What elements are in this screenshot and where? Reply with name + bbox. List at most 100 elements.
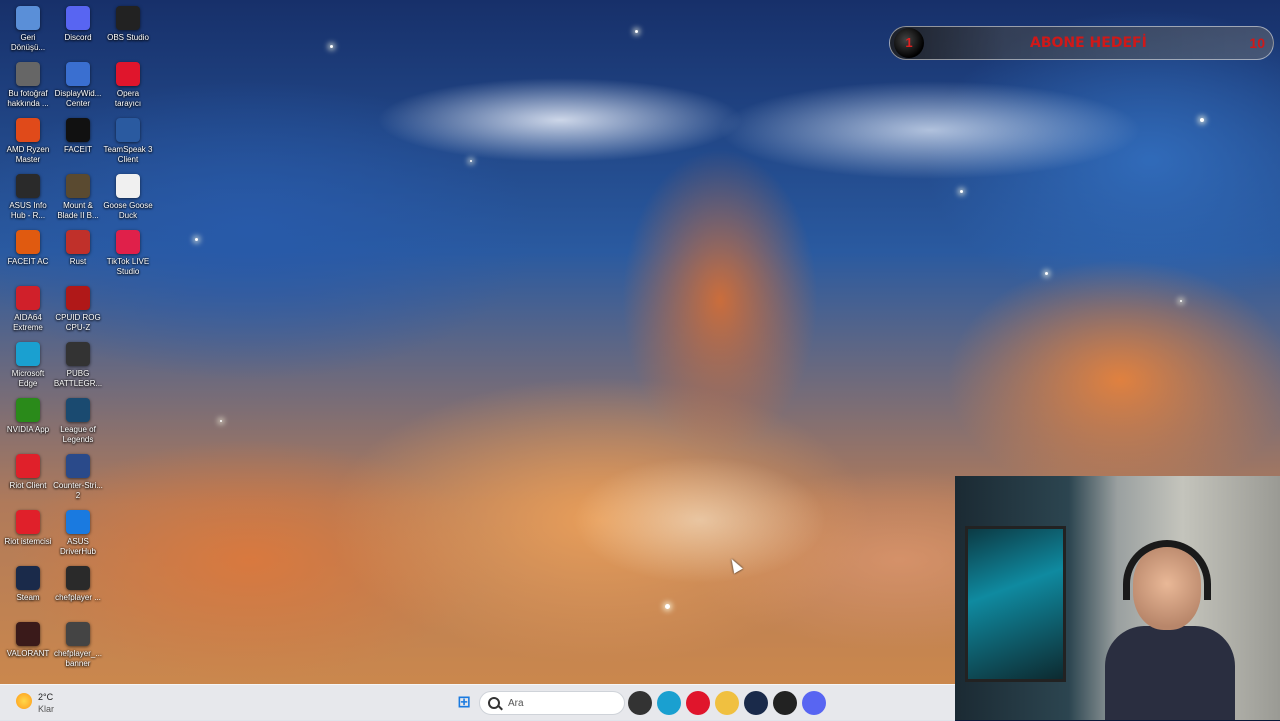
desktop-icon-label: CPUID ROG CPU-Z	[55, 313, 101, 332]
desktop-icon-label: Riot Client	[9, 481, 47, 490]
taskbar: 2°C Klar ⊞	[0, 684, 955, 721]
desktop-icon-label: FACEIT	[63, 145, 92, 154]
desktop-icon-label: TikTok LIVE Studio	[106, 257, 150, 276]
desktop-icon[interactable]: chefplayer ...	[53, 566, 103, 603]
desktop-icon[interactable]: Mount & Blade II B...	[53, 174, 103, 221]
desktop-icon[interactable]: NVIDIA App	[3, 398, 53, 435]
desktop-icon[interactable]: Steam	[3, 566, 53, 603]
desktop-icon-label: AMD Ryzen Master	[6, 145, 50, 164]
desktop-icon[interactable]: Geri Dönüşü...	[3, 6, 53, 53]
desktop-icon[interactable]: TikTok LIVE Studio	[103, 230, 153, 277]
desktop-icon[interactable]: TeamSpeak 3 Client	[103, 118, 153, 165]
star	[1180, 300, 1182, 302]
obs-icon[interactable]	[773, 691, 797, 715]
desktop-icon[interactable]: Microsoft Edge	[3, 342, 53, 389]
goal-title: ABONE HEDEFİ	[1030, 35, 1147, 51]
desktop-icon[interactable]: FACEIT	[53, 118, 103, 155]
star	[960, 190, 963, 193]
riot-client-icon	[16, 454, 40, 478]
asus-driverhub-icon	[66, 510, 90, 534]
desktop-icon-label: Goose Goose Duck	[103, 201, 153, 220]
weather-temperature: 2°C	[38, 692, 54, 702]
desktop-icon-label: DisplayWid... Center	[54, 89, 102, 108]
discord-icon[interactable]	[802, 691, 826, 715]
desktop-icon[interactable]: Discord	[53, 6, 103, 43]
task-view-icon[interactable]	[628, 691, 652, 715]
search-icon	[488, 697, 500, 709]
cs2-icon	[66, 454, 90, 478]
desktop-icon[interactable]: AMD Ryzen Master	[3, 118, 53, 165]
obs-icon	[116, 6, 140, 30]
discord-icon	[66, 6, 90, 30]
rust-icon	[66, 230, 90, 254]
streamer-torso	[1105, 626, 1235, 720]
desktop-icon[interactable]: Counter-Stri... 2	[53, 454, 103, 501]
riot-istemcisi-icon	[16, 510, 40, 534]
taskbar-search[interactable]	[479, 691, 625, 715]
star	[470, 160, 472, 162]
star	[635, 30, 638, 33]
search-input[interactable]	[506, 697, 620, 710]
recycle-bin-icon	[16, 6, 40, 30]
weather-widget[interactable]: 2°C Klar	[16, 689, 86, 717]
desktop-icon-label: FACEIT AC	[7, 257, 49, 266]
opera-icon	[116, 62, 140, 86]
headset	[1123, 540, 1211, 600]
desktop-icon-label: Microsoft Edge	[11, 369, 45, 388]
steam-icon[interactable]	[744, 691, 768, 715]
faceit-ac-icon	[16, 230, 40, 254]
opera-icon[interactable]	[686, 691, 710, 715]
desktop-icon[interactable]: OBS Studio	[103, 6, 153, 43]
star	[665, 604, 670, 609]
file-explorer-icon[interactable]	[715, 691, 739, 715]
weather-condition: Klar	[38, 704, 55, 714]
desktop-icon-label: Mount & Blade II B...	[57, 201, 99, 220]
desktop-icon-label: Bu fotoğraf hakkında ...	[7, 89, 49, 108]
desktop-icon[interactable]: ASUS DriverHub	[53, 510, 103, 557]
desktop-icon[interactable]: ASUS Info Hub - R...	[3, 174, 53, 221]
desktop-icon[interactable]: chefplayer_... banner	[53, 622, 103, 669]
star	[1200, 118, 1204, 122]
desktop-icon[interactable]: CPUID ROG CPU-Z	[53, 286, 103, 333]
cpuz-icon	[66, 286, 90, 310]
mount-blade-icon	[66, 174, 90, 198]
star	[1045, 272, 1048, 275]
desktop-icon[interactable]: AIDA64 Extreme	[3, 286, 53, 333]
desktop-icon[interactable]: Opera tarayıcı	[103, 62, 153, 109]
desktop-icon-label: Geri Dönüşü...	[10, 33, 46, 52]
desktop-icon[interactable]: Rust	[53, 230, 103, 267]
desktop-icon-label: League of Legends	[60, 425, 96, 444]
edge-icon[interactable]	[657, 691, 681, 715]
display-widget-icon	[66, 62, 90, 86]
subscriber-goal-overlay: 1 ABONE HEDEFİ 10	[889, 26, 1274, 60]
star	[330, 45, 333, 48]
desktop-icon-label: ASUS Info Hub - R...	[9, 201, 47, 220]
desktop-icon-label: ASUS DriverHub	[59, 537, 96, 556]
desktop-icon-label: chefplayer ...	[55, 593, 101, 602]
valorant-icon	[16, 622, 40, 646]
desktop-icon-label: chefplayer_... banner	[53, 649, 103, 668]
amd-icon	[16, 118, 40, 142]
desktop-icon[interactable]: VALORANT	[3, 622, 53, 659]
faceit-icon	[66, 118, 90, 142]
desktop-icon[interactable]: DisplayWid... Center	[53, 62, 103, 109]
desktop-icon[interactable]: Riot istemcisi	[3, 510, 53, 547]
desktop-icon[interactable]: Goose Goose Duck	[103, 174, 153, 221]
desktop-icon[interactable]: Riot Client	[3, 454, 53, 491]
desktop-icon[interactable]: FACEIT AC	[3, 230, 53, 267]
desktop-icon-label: NVIDIA App	[6, 425, 50, 434]
desktop-icon[interactable]: PUBG BATTLEGR...	[53, 342, 103, 389]
windows-start-icon[interactable]: ⊞	[452, 691, 476, 715]
desktop-icon[interactable]: League of Legends	[53, 398, 103, 445]
desktop-icon[interactable]: Bu fotoğraf hakkında ...	[3, 62, 53, 109]
info-icon	[16, 62, 40, 86]
webcam-feed	[955, 476, 1280, 720]
image-file-icon	[66, 622, 90, 646]
weather-icon	[16, 693, 32, 709]
chefplayer-icon	[66, 566, 90, 590]
teamspeak-icon	[116, 118, 140, 142]
desktop-icon-label: PUBG BATTLEGR...	[53, 369, 103, 388]
edge-icon	[16, 342, 40, 366]
asus-info-icon	[16, 174, 40, 198]
steam-icon	[16, 566, 40, 590]
